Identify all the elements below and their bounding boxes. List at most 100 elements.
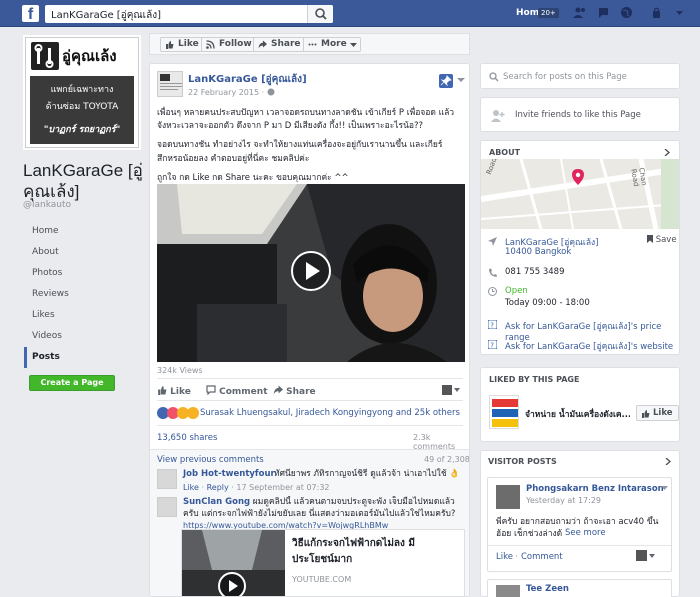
divider [157, 378, 463, 379]
pinned-post-icon [439, 74, 453, 88]
location-arrow-icon [488, 237, 497, 246]
post-as-page-selector[interactable] [442, 385, 460, 399]
post-like-button[interactable]: Like [157, 385, 191, 397]
profile-picture-line-3: "บาฏกร์ รถยาฏกร์" [43, 125, 121, 135]
comment-author-name[interactable]: SunClan Gong [183, 497, 250, 507]
bookmark-icon [647, 235, 653, 243]
comment-author-name[interactable]: Job Hot-twentyfour [183, 469, 275, 479]
nav-item-posts[interactable]: Posts [24, 347, 141, 368]
nav-item-home[interactable]: Home [24, 221, 141, 242]
nav-item-likes[interactable]: Likes [24, 305, 141, 326]
liked-page-name[interactable]: จำหน่าย น้ำมันเครื่องดังเค... [525, 407, 630, 421]
link-card-play-button[interactable] [218, 572, 246, 596]
location-map[interactable]: Road Chan Road [481, 159, 679, 229]
open-status: Open [505, 286, 528, 296]
view-previous-comments-link[interactable]: View previous comments [157, 455, 264, 465]
friend-requests-icon[interactable] [573, 6, 586, 19]
globe-icon [267, 88, 275, 96]
invite-friends-box[interactable]: Invite friends to like this Page [480, 97, 680, 132]
search-posts-input[interactable]: Search for posts on this Page [503, 72, 627, 82]
see-more-link[interactable]: See more [562, 528, 606, 538]
messages-icon[interactable] [597, 6, 610, 19]
post-author-avatar[interactable] [157, 71, 183, 97]
post-comment-label: Comment [219, 387, 268, 397]
shares-count[interactable]: 13,650 shares [157, 433, 217, 443]
nav-item-videos[interactable]: Videos [24, 326, 141, 347]
save-location-button[interactable]: Save [647, 235, 677, 245]
visitor-post-card: Phongsakarn Benz Intarason Yesterday at … [487, 477, 672, 572]
page-follow-button[interactable]: Follow [201, 37, 258, 52]
visitor-posts-header[interactable]: VISITOR POSTS [488, 457, 557, 466]
reactions-summary[interactable]: Surasak Lhuengsakul, Jiradech Kongyingyo… [200, 408, 460, 418]
visitor-avatar[interactable] [496, 485, 520, 509]
post-author-name[interactable]: LanKGaraGe [อู่คุณเล้ง] [188, 72, 307, 87]
comment-meta: Like · Reply · 17 September at 07:32 [183, 483, 330, 492]
notifications-globe-icon[interactable] [620, 6, 633, 19]
chevron-down-icon[interactable] [661, 486, 668, 491]
home-notification-badge: 20+ [538, 8, 559, 18]
liked-by-page-box: LIKED BY THIS PAGE จำหน่าย น้ำมันเครื่อง… [480, 367, 680, 442]
ask-website-link[interactable]: Ask for LanKGaraGe [อู่คุณเล้ง]'s websit… [505, 339, 673, 353]
address-city-link[interactable]: 10400 Bangkok [505, 247, 571, 257]
post-video[interactable] [157, 184, 465, 362]
visitor-post-like[interactable]: Like [496, 552, 513, 562]
page-username[interactable]: @lankauto [23, 200, 71, 210]
visitor-name[interactable]: Phongsakarn Benz Intarason [526, 484, 664, 494]
share-arrow-icon [273, 385, 283, 395]
profile-picture-banner: แพกย์เฉพาะทาง ด้านซ่อม TOYOTA "บาฏกร์ รถ… [30, 76, 134, 144]
liked-page-avatar[interactable] [489, 395, 519, 429]
chevron-right-icon[interactable] [665, 458, 672, 465]
comment-like-link[interactable]: Like [183, 483, 199, 492]
invite-friends-text[interactable]: Invite friends to like this Page [515, 110, 641, 120]
shared-link-card[interactable]: วิธีแก้กระจกไฟฟ้ากดไม่ลง มีประโยชน์มาก Y… [181, 529, 465, 596]
search-field[interactable]: LanKGaraGe [อู่คุณเล้ง] [45, 5, 333, 23]
post-date-text: 22 February 2015 · [188, 88, 265, 97]
search-input-text[interactable]: LanKGaraGe [อู่คุณเล้ง] [51, 8, 161, 23]
visitor-name[interactable]: Tee Zeen [526, 584, 569, 594]
commenter-avatar[interactable] [157, 497, 177, 517]
comments-pagination: 49 of 2,308 [424, 455, 470, 464]
create-page-button[interactable]: Create a Page [29, 375, 115, 391]
chevron-right-icon[interactable] [664, 149, 671, 156]
page-more-button[interactable]: More [303, 37, 361, 52]
liked-page-like-button[interactable]: Like [636, 405, 679, 421]
commenter-avatar[interactable] [157, 469, 177, 489]
profile-picture-image: อู่คุณเล้ง แพกย์เฉพาะทาง ด้านซ่อม TOYOTA… [25, 37, 139, 148]
question-icon: ? [488, 320, 497, 329]
comments-section: View previous comments 49 of 2,308 Job H… [150, 449, 470, 596]
post-share-button[interactable]: Share [273, 385, 316, 397]
page-like-button[interactable]: Like [160, 37, 205, 52]
post-timestamp[interactable]: 22 February 2015 · [188, 88, 275, 97]
search-posts-box[interactable]: Search for posts on this Page [480, 63, 680, 89]
comment-reply-link[interactable]: Reply [207, 483, 229, 492]
link-card-title[interactable]: วิธีแก้กระจกไฟฟ้ากดไม่ลง มีประโยชน์มาก [292, 536, 452, 568]
phone-number[interactable]: 081 755 3489 [505, 267, 564, 277]
visitor-avatar[interactable] [496, 585, 520, 597]
visitor-post-actor-selector[interactable] [636, 550, 656, 565]
visitor-post-comment[interactable]: Comment [521, 552, 563, 562]
facebook-logo-icon[interactable]: f [22, 5, 39, 22]
visitor-posts-box: VISITOR POSTS Phongsakarn Benz Intarason… [480, 450, 680, 597]
nav-item-about[interactable]: About [24, 242, 141, 263]
post-like-label: Like [170, 387, 191, 397]
video-play-button[interactable] [291, 251, 331, 291]
post-options-chevron-icon[interactable] [457, 76, 465, 84]
nav-item-photos[interactable]: Photos [24, 263, 141, 284]
nav-item-reviews[interactable]: Reviews [24, 284, 141, 305]
page-share-button[interactable]: Share [253, 37, 307, 52]
account-menu-arrow-icon[interactable] [673, 6, 686, 19]
visitor-post-time[interactable]: Yesterday at 17:29 [526, 496, 601, 505]
page-action-bar: Like Follow Share More [149, 33, 470, 55]
about-header[interactable]: ABOUT [489, 148, 520, 157]
play-icon [306, 262, 320, 280]
post-comment-button[interactable]: Comment [206, 385, 268, 397]
search-icon [489, 72, 499, 82]
privacy-shortcuts-icon[interactable] [650, 6, 663, 19]
search-button[interactable] [307, 5, 333, 23]
page-profile-picture[interactable]: อู่คุณเล้ง แพกย์เฉพาะทาง ด้านซ่อม TOYOTA… [23, 35, 141, 150]
wrench-logo-icon [31, 42, 59, 70]
opening-hours[interactable]: Today 09:00 - 18:00 [505, 298, 590, 308]
thumbs-up-icon [642, 410, 650, 418]
about-box: ABOUT Road Chan Road LanKGaraGe [อู่คุณเ… [480, 140, 680, 355]
comment-time[interactable]: 17 September at 07:32 [236, 483, 329, 492]
